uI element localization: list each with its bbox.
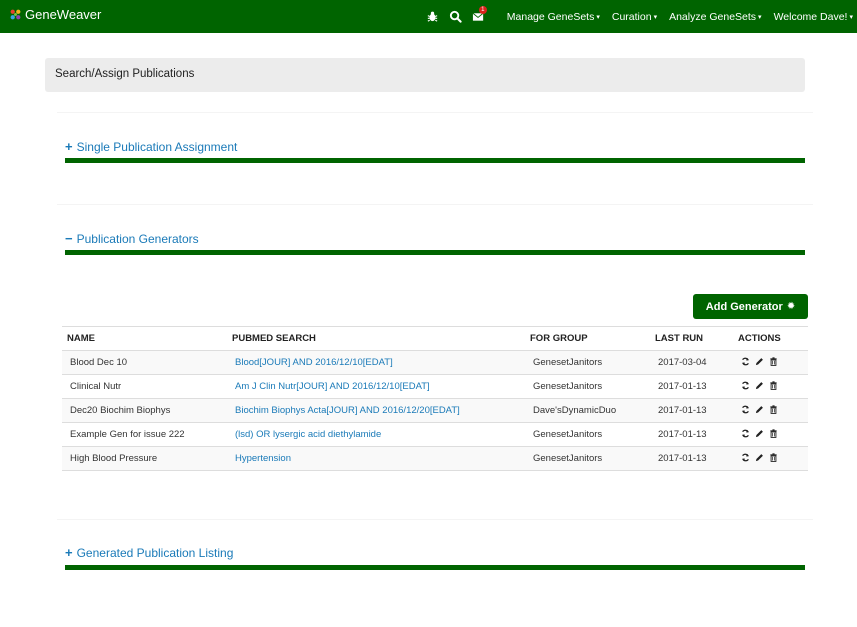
menu-user[interactable]: Welcome Dave! ▾ bbox=[774, 11, 853, 23]
publication-generators-toggle[interactable]: − Publication Generators bbox=[65, 231, 199, 246]
pencil-icon[interactable] bbox=[755, 429, 764, 438]
generator-name: Blood Dec 10 bbox=[62, 350, 227, 375]
menu-label: Curation bbox=[611, 10, 652, 23]
column-header-pubmed-search[interactable]: PUBMED SEARCH bbox=[227, 326, 525, 351]
menu-label: Analyze GeneSets bbox=[669, 10, 757, 23]
generator-name: High Blood Pressure bbox=[62, 446, 227, 471]
menu-label: Manage GeneSets bbox=[506, 10, 595, 23]
refresh-icon[interactable] bbox=[741, 357, 750, 366]
generator-name: Example Gen for issue 222 bbox=[62, 422, 227, 447]
trash-icon[interactable] bbox=[769, 380, 778, 390]
pubmed-search-link[interactable]: (lsd) OR lysergic acid diethylamide bbox=[227, 422, 525, 447]
pubmed-search-link[interactable]: Biochim Biophys Acta[JOUR] AND 2016/12/2… bbox=[227, 398, 525, 423]
table-header-row: NAME PUBMED SEARCH FOR GROUP LAST RUN AC… bbox=[62, 326, 808, 351]
column-header-last-run[interactable]: LAST RUN bbox=[650, 326, 733, 351]
for-group: GenesetJanitors bbox=[525, 374, 650, 399]
caret-down-icon: ▾ bbox=[596, 13, 600, 21]
pencil-icon[interactable] bbox=[755, 405, 764, 414]
table-row: Example Gen for issue 222 (lsd) OR lyser… bbox=[62, 422, 808, 447]
row-actions bbox=[733, 446, 808, 471]
trash-icon[interactable] bbox=[769, 404, 778, 414]
refresh-icon[interactable] bbox=[741, 453, 750, 462]
caret-down-icon: ▾ bbox=[653, 13, 658, 21]
search-icon[interactable] bbox=[449, 10, 462, 23]
section-divider bbox=[65, 565, 805, 570]
refresh-icon[interactable] bbox=[741, 381, 750, 390]
row-actions bbox=[733, 398, 808, 423]
navbar-right: 1 Manage GeneSets ▾ Curation ▾ Analyze Gen… bbox=[426, 0, 853, 33]
row-actions bbox=[733, 422, 808, 447]
last-run: 2017-01-13 bbox=[650, 446, 733, 471]
single-publication-section: + Single Publication Assignment bbox=[57, 112, 813, 186]
trash-icon[interactable] bbox=[769, 452, 778, 462]
section-divider bbox=[65, 250, 805, 255]
brand-name: GeneWeaver bbox=[25, 7, 102, 22]
envelope-icon[interactable]: 1 bbox=[472, 6, 487, 23]
last-run: 2017-01-13 bbox=[650, 422, 733, 447]
generator-name: Clinical Nutr bbox=[62, 374, 227, 399]
pubmed-search-link[interactable]: Hypertension bbox=[227, 446, 525, 471]
caret-down-icon: ▾ bbox=[849, 13, 853, 21]
section-title: Publication Generators bbox=[76, 231, 199, 246]
pubmed-search-link[interactable]: Am J Clin Nutr[JOUR] AND 2016/12/10[EDAT… bbox=[227, 374, 525, 399]
for-group: GenesetJanitors bbox=[525, 446, 650, 471]
add-generator-label: Add Generator bbox=[705, 300, 783, 313]
table-row: High Blood Pressure Hypertension Geneset… bbox=[62, 446, 808, 471]
refresh-icon[interactable] bbox=[741, 429, 750, 438]
pencil-icon[interactable] bbox=[755, 357, 764, 366]
row-actions bbox=[733, 374, 808, 399]
for-group: GenesetJanitors bbox=[525, 350, 650, 375]
section-divider bbox=[65, 158, 805, 163]
table-row: Blood Dec 10 Blood[JOUR] AND 2016/12/10[… bbox=[62, 350, 808, 375]
table-row: Dec20 Biochim Biophys Biochim Biophys Ac… bbox=[62, 398, 808, 423]
expand-plus-icon: + bbox=[65, 139, 73, 154]
pencil-icon[interactable] bbox=[755, 381, 764, 390]
last-run: 2017-03-04 bbox=[650, 350, 733, 375]
for-group: Dave'sDynamicDuo bbox=[525, 398, 650, 423]
geneweaver-logo-icon bbox=[10, 9, 21, 20]
menu-curation[interactable]: Curation ▾ bbox=[612, 11, 657, 23]
single-publication-toggle[interactable]: + Single Publication Assignment bbox=[65, 139, 237, 154]
section-title: Generated Publication Listing bbox=[76, 545, 234, 560]
menu-manage-genesets[interactable]: Manage GeneSets ▾ bbox=[507, 11, 600, 23]
refresh-icon[interactable] bbox=[741, 405, 750, 414]
last-run: 2017-01-13 bbox=[650, 398, 733, 423]
row-actions bbox=[733, 350, 808, 375]
for-group: GenesetJanitors bbox=[525, 422, 650, 447]
generators-table: NAME PUBMED SEARCH FOR GROUP LAST RUN AC… bbox=[62, 326, 808, 471]
column-header-for-group[interactable]: FOR GROUP bbox=[525, 326, 650, 351]
last-run: 2017-01-13 bbox=[650, 374, 733, 399]
table-row: Clinical Nutr Am J Clin Nutr[JOUR] AND 2… bbox=[62, 374, 808, 399]
column-header-actions: ACTIONS bbox=[733, 326, 808, 351]
collapse-minus-icon: − bbox=[65, 231, 73, 246]
pubmed-search-link[interactable]: Blood[JOUR] AND 2016/12/10[EDAT] bbox=[227, 350, 525, 375]
trash-icon[interactable] bbox=[769, 428, 778, 438]
add-generator-button[interactable]: Add Generator ✹ bbox=[693, 294, 808, 319]
generated-publication-listing-toggle[interactable]: + Generated Publication Listing bbox=[65, 545, 233, 560]
column-header-name[interactable]: NAME bbox=[62, 326, 227, 351]
menu-analyze-genesets[interactable]: Analyze GeneSets ▾ bbox=[669, 11, 761, 23]
gear-icon: ✹ bbox=[786, 301, 796, 312]
generated-publication-listing-section: + Generated Publication Listing bbox=[57, 519, 813, 591]
expand-plus-icon: + bbox=[65, 545, 73, 560]
generator-name: Dec20 Biochim Biophys bbox=[62, 398, 227, 423]
caret-down-icon: ▾ bbox=[758, 13, 762, 21]
bug-icon[interactable] bbox=[426, 10, 439, 23]
publication-generators-section: − Publication Generators Add Generator ✹… bbox=[57, 204, 813, 500]
top-navbar: GeneWeaver 1 Manage GeneSets ▾ Curation … bbox=[0, 0, 857, 33]
page-title: Search/Assign Publications bbox=[45, 58, 805, 92]
pencil-icon[interactable] bbox=[755, 453, 764, 462]
section-title: Single Publication Assignment bbox=[76, 139, 238, 154]
brand[interactable]: GeneWeaver bbox=[9, 7, 101, 22]
menu-label: Welcome Dave! bbox=[773, 10, 848, 23]
notification-badge: 1 bbox=[478, 6, 487, 14]
trash-icon[interactable] bbox=[769, 356, 778, 366]
